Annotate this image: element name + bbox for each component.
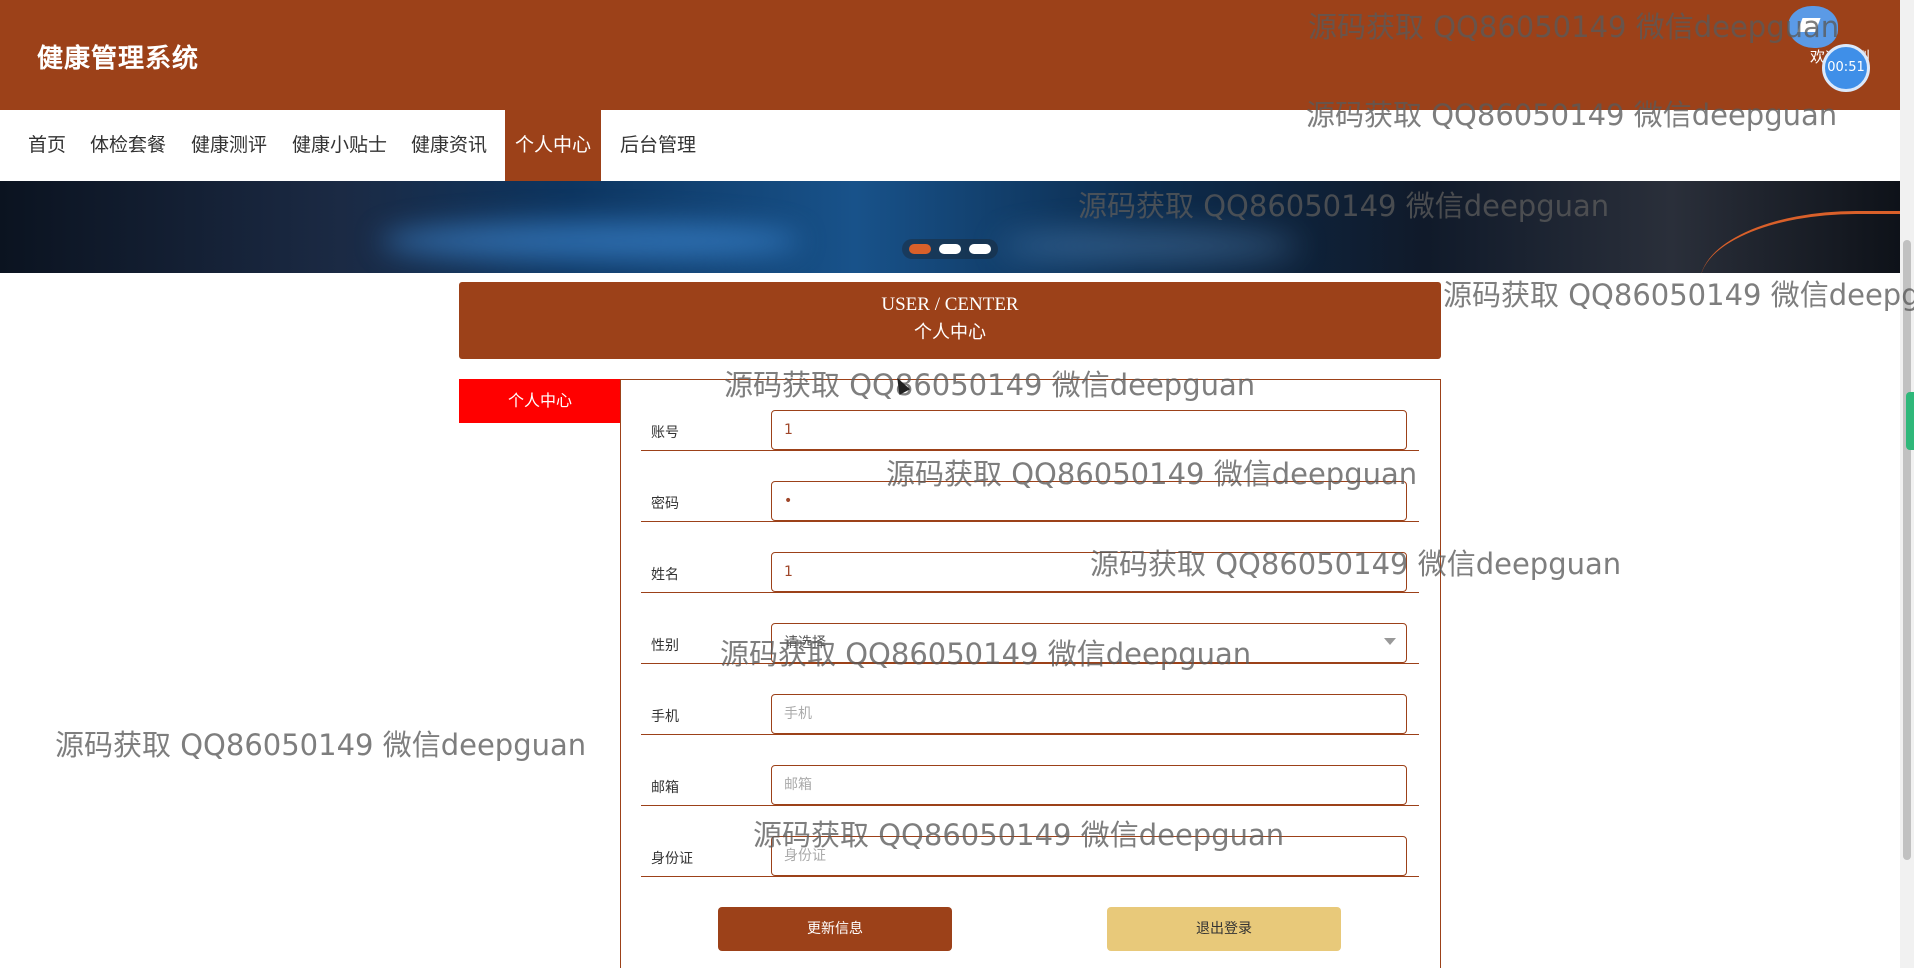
form-row-account: 账号 1 xyxy=(641,380,1419,451)
nav-item-health-tips[interactable]: 健康小贴士 xyxy=(282,110,397,181)
side-widget-tab[interactable] xyxy=(1906,392,1914,450)
carousel-dot[interactable] xyxy=(939,244,961,254)
nav-item-user-center[interactable]: 个人中心 xyxy=(505,110,602,181)
form-row-phone: 手机 手机 xyxy=(641,664,1419,735)
email-label: 邮箱 xyxy=(651,780,679,796)
nav-item-admin[interactable]: 后台管理 xyxy=(610,110,706,181)
nav-item-health-assessment[interactable]: 健康测评 xyxy=(181,110,277,181)
nav-item-checkup-packages[interactable]: 体检套餐 xyxy=(80,110,176,181)
phone-input[interactable]: 手机 xyxy=(771,694,1407,734)
password-label: 密码 xyxy=(651,496,679,512)
nav-item-home[interactable]: 首页 xyxy=(18,110,76,181)
form-row-gender: 性别 请选择 xyxy=(641,593,1419,664)
scrollbar-thumb[interactable] xyxy=(1903,240,1911,860)
id-card-input[interactable]: 身份证 xyxy=(771,836,1407,876)
banner-carousel[interactable] xyxy=(0,181,1900,273)
carousel-dot[interactable] xyxy=(969,244,991,254)
page-scrollbar[interactable] xyxy=(1900,0,1914,968)
recorder-logo-icon xyxy=(1788,6,1838,48)
site-header: 健康管理系统 欢迎来到 xyxy=(0,0,1900,110)
email-input[interactable]: 邮箱 xyxy=(771,765,1407,805)
gender-select-value: 请选择 xyxy=(784,635,826,651)
name-label: 姓名 xyxy=(651,567,679,583)
logout-button[interactable]: 退出登录 xyxy=(1107,907,1341,951)
recording-timer[interactable]: 00:51 xyxy=(1822,44,1870,92)
form-row-name: 姓名 1 xyxy=(641,522,1419,593)
watermark-text: 源码获取 QQ86050149 微信deepguan xyxy=(1443,278,1914,312)
profile-form: 账号 1 密码 • 姓名 1 性别 请选择 手机 手机 邮箱 邮箱 身份证 身份… xyxy=(620,379,1441,968)
form-row-email: 邮箱 邮箱 xyxy=(641,735,1419,806)
sidebar-tab-user-center[interactable]: 个人中心 xyxy=(459,379,621,423)
watermark-text: 源码获取 QQ86050149 微信deepguan xyxy=(55,728,587,762)
update-info-button[interactable]: 更新信息 xyxy=(718,907,952,951)
gender-select[interactable]: 请选择 xyxy=(771,623,1407,663)
banner-light xyxy=(1000,231,1300,261)
user-center-header: USER / CENTER 个人中心 xyxy=(459,282,1441,359)
gender-label: 性别 xyxy=(651,638,679,654)
main-nav: 首页 体检套餐 健康测评 健康小贴士 健康资讯 个人中心 后台管理 xyxy=(0,110,1900,181)
nav-item-health-news[interactable]: 健康资讯 xyxy=(401,110,497,181)
form-row-password: 密码 • xyxy=(641,451,1419,522)
password-input[interactable]: • xyxy=(771,481,1407,521)
carousel-dot[interactable] xyxy=(909,244,931,254)
banner-car-outline xyxy=(1700,211,1900,273)
account-input[interactable]: 1 xyxy=(771,410,1407,450)
banner-light xyxy=(380,221,800,261)
form-row-id-card: 身份证 身份证 xyxy=(641,806,1419,877)
section-title-cn: 个人中心 xyxy=(914,322,986,343)
id-card-label: 身份证 xyxy=(651,851,693,867)
phone-label: 手机 xyxy=(651,709,679,725)
name-input[interactable]: 1 xyxy=(771,552,1407,592)
site-title: 健康管理系统 xyxy=(37,44,200,74)
section-title-en: USER / CENTER xyxy=(881,294,1019,315)
carousel-indicators xyxy=(902,239,998,259)
account-label: 账号 xyxy=(651,425,679,441)
chevron-down-icon xyxy=(1384,638,1396,645)
